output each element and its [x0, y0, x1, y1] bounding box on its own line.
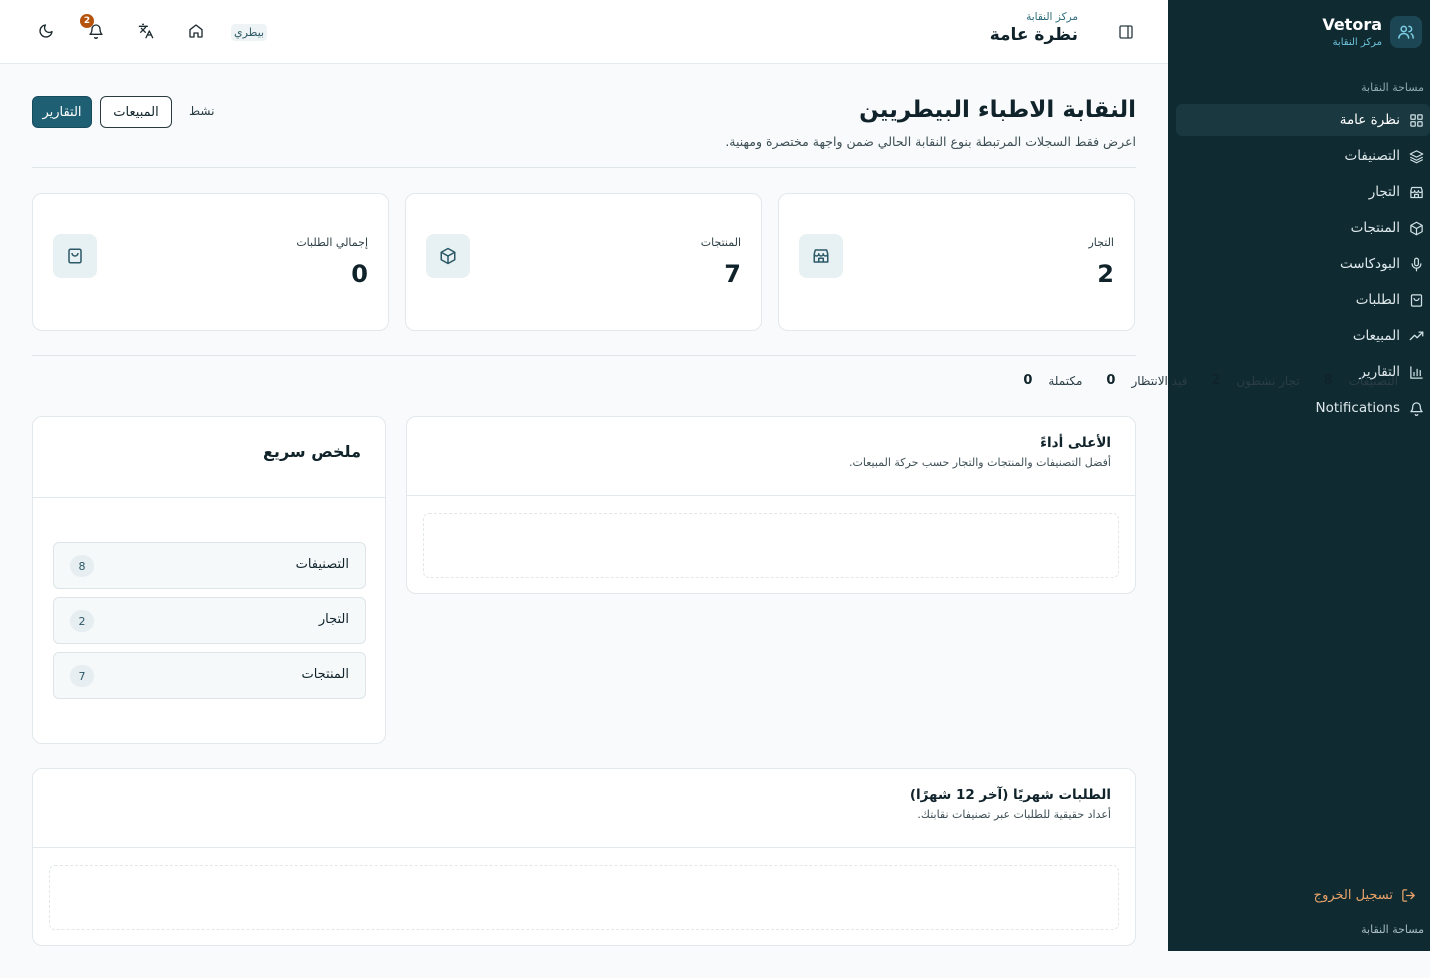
notification-count-badge: 2 [80, 14, 94, 28]
sales-button[interactable]: المبيعات [100, 96, 172, 128]
users-icon [1390, 16, 1422, 48]
sidebar-item-categories[interactable]: التصنيفات [1176, 140, 1424, 172]
breadcrumb[interactable]: مركز النقابة [990, 11, 1078, 23]
metric-value: 0 [1023, 373, 1033, 388]
monthly-orders-panel: الطلبات شهريًا (آخر 12 شهرًا) أعداد حقيق… [32, 768, 1136, 946]
grid-icon [1408, 112, 1424, 128]
sidebar-item-overview[interactable]: نظرة عامة [1176, 104, 1430, 136]
trending-up-icon [1408, 328, 1424, 344]
sidebar-item-label: البودكاست [1339, 256, 1400, 272]
metric-value: 8 [1323, 373, 1333, 388]
metric-completed: مكتملة 0 [1023, 373, 1082, 388]
quick-summary-panel: ملخص سريع التصنيفات 8 التجار 2 المنتجات … [32, 416, 386, 744]
store-icon [1408, 184, 1424, 200]
shopping-bag-icon [53, 234, 97, 278]
mic-icon [1408, 256, 1424, 272]
brand-title: Vetora [1322, 15, 1382, 34]
panel-subtitle: أعداد حقيقية للطلبات عبر تصنيفات نقابتك. [917, 808, 1111, 821]
divider [32, 355, 1136, 356]
stat-value: 2 [1097, 260, 1114, 288]
sidebar-section-label: مساحة النقابة [1361, 81, 1424, 94]
sidebar-item-sales[interactable]: المبيعات [1176, 320, 1424, 352]
metric-label: قيد الانتظار [1131, 373, 1188, 388]
sidebar: Vetora مركز النقابة مساحة النقابة نظرة ع… [1168, 0, 1430, 951]
sidebar-item-label: نظرة عامة [1339, 112, 1400, 128]
sidebar-item-label: المبيعات [1352, 328, 1400, 344]
metric-label: مكتملة [1048, 373, 1083, 388]
stat-label: إجمالي الطلبات [296, 236, 368, 249]
sidebar-item-label: التصنيفات [1344, 148, 1400, 164]
sidebar-item-merchants[interactable]: التجار [1176, 176, 1424, 208]
sidebar-item-products[interactable]: المنتجات [1176, 212, 1424, 244]
stat-label: التجار [1088, 236, 1115, 249]
page-title: نظرة عامة [989, 25, 1078, 45]
panel-title: الطلبات شهريًا (آخر 12 شهرًا) [909, 787, 1111, 803]
sidebar-item-label: Notifications [1315, 400, 1401, 416]
bell-icon [1408, 400, 1424, 416]
top-performers-empty [423, 513, 1119, 578]
sidebar-item-notifications[interactable]: Notifications [1176, 392, 1424, 424]
panel-subtitle: أفضل التصنيفات والمنتجات والتجار حسب حرك… [848, 456, 1111, 469]
sidebar-item-orders[interactable]: الطلبات [1176, 284, 1424, 316]
sidebar-item-label: المنتجات [1350, 220, 1400, 236]
metrics-row: التصنيفات 8 تجار نشطون 2 قيد الانتظار 0 … [999, 373, 1398, 388]
logout-icon [1401, 888, 1416, 903]
summary-label: التجار [318, 612, 349, 627]
sidebar-toggle-icon[interactable] [1118, 24, 1134, 40]
layers-icon [1408, 148, 1424, 164]
package-icon [426, 234, 470, 278]
metric-active-merchants: تجار نشطون 2 [1211, 373, 1299, 388]
summary-label: المنتجات [301, 667, 349, 682]
section-title: النقابة الاطباء البيطريين [859, 97, 1136, 123]
topbar: 2 بيطري مركز النقابة نظرة عامة [0, 0, 1168, 64]
summary-count: 8 [70, 555, 94, 577]
sidebar-item-label: الطلبات [1355, 292, 1400, 308]
brand-subtitle: مركز النقابة [1332, 37, 1382, 48]
reports-button[interactable]: التقارير [32, 96, 92, 128]
logout-button[interactable]: تسجيل الخروج [1314, 888, 1416, 903]
summary-row-merchants[interactable]: التجار 2 [53, 597, 366, 644]
language-badge[interactable]: بيطري [231, 24, 268, 41]
panel-title: الأعلى أداءً [1040, 435, 1111, 451]
top-performers-panel: الأعلى أداءً أفضل التصنيفات والمنتجات وا… [406, 416, 1136, 594]
sidebar-item-podcast[interactable]: البودكاست [1176, 248, 1424, 280]
metric-pending: قيد الانتظار 0 [1106, 373, 1187, 388]
summary-label: التصنيفات [295, 557, 349, 572]
stat-label: المنتجات [700, 236, 741, 249]
monthly-orders-empty [49, 865, 1119, 930]
shopping-bag-icon [1408, 292, 1424, 308]
brand[interactable]: Vetora مركز النقابة [1322, 16, 1422, 48]
summary-row-products[interactable]: المنتجات 7 [53, 652, 366, 699]
status-badge: نشط [189, 104, 215, 118]
bar-chart-icon [1408, 364, 1424, 380]
stat-card-merchants: التجار 2 [778, 193, 1135, 331]
stat-card-total-orders: إجمالي الطلبات 0 [32, 193, 389, 331]
summary-count: 7 [70, 665, 94, 687]
metric-label: تجار نشطون [1236, 373, 1300, 388]
home-icon[interactable] [188, 23, 204, 39]
translate-icon[interactable] [138, 23, 154, 39]
stat-value: 7 [724, 260, 741, 288]
stat-card-products: المنتجات 7 [405, 193, 762, 331]
summary-row-categories[interactable]: التصنيفات 8 [53, 542, 366, 589]
summary-count: 2 [70, 610, 94, 632]
section-description: اعرض فقط السجلات المرتبطة بنوع النقابة ا… [725, 134, 1136, 149]
moon-icon[interactable] [38, 23, 54, 39]
metric-value: 2 [1211, 373, 1221, 388]
metric-label: التصنيفات [1348, 373, 1398, 388]
panel-title: ملخص سريع [263, 442, 361, 461]
sidebar-footer: مساحة النقابة [1361, 923, 1424, 936]
metric-categories: التصنيفات 8 [1324, 373, 1398, 388]
store-icon [799, 234, 843, 278]
divider [32, 167, 1136, 168]
logout-label: تسجيل الخروج [1313, 888, 1393, 903]
package-icon [1408, 220, 1424, 236]
sidebar-item-label: التجار [1368, 184, 1400, 200]
metric-value: 0 [1106, 373, 1116, 388]
stat-value: 0 [351, 260, 368, 288]
